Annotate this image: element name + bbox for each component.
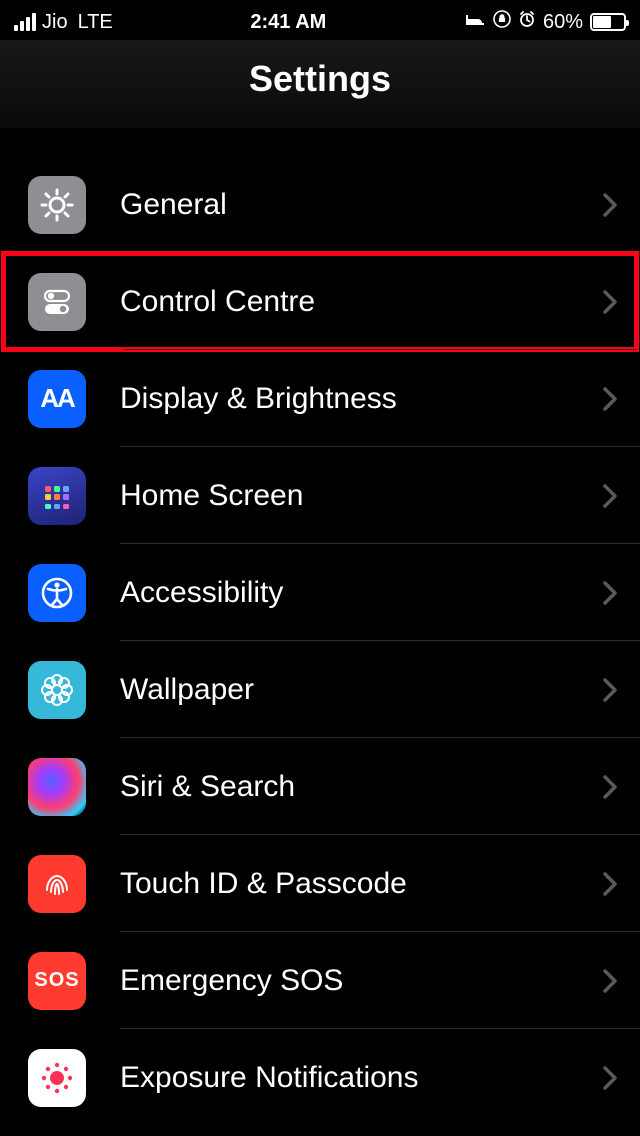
settings-list: General Control Centre AA Display & Brig… xyxy=(0,128,640,1126)
row-label: Siri & Search xyxy=(120,770,602,804)
settings-row-home-screen[interactable]: Home Screen xyxy=(0,447,640,544)
row-label: Wallpaper xyxy=(120,673,602,707)
settings-row-general[interactable]: General xyxy=(0,156,640,253)
battery-pct: 60% xyxy=(543,11,583,34)
chevron-right-icon xyxy=(602,192,618,218)
settings-row-emergency-sos[interactable]: SOS Emergency SOS xyxy=(0,932,640,1029)
fingerprint-icon xyxy=(28,855,86,913)
row-label: Control Centre xyxy=(120,285,602,319)
siri-icon xyxy=(28,758,86,816)
chevron-right-icon xyxy=(602,968,618,994)
chevron-right-icon xyxy=(602,483,618,509)
bed-icon xyxy=(464,11,486,34)
row-label: Accessibility xyxy=(120,576,602,610)
signal-icon xyxy=(14,13,36,31)
settings-row-siri[interactable]: Siri & Search xyxy=(0,738,640,835)
chevron-right-icon xyxy=(602,677,618,703)
settings-row-control-centre[interactable]: Control Centre xyxy=(3,253,637,350)
row-label: Emergency SOS xyxy=(120,964,602,998)
sos-icon: SOS xyxy=(28,952,86,1010)
network-label: LTE xyxy=(78,11,113,34)
battery-icon xyxy=(590,13,626,31)
status-left: Jio LTE xyxy=(14,11,113,34)
settings-row-wallpaper[interactable]: Wallpaper xyxy=(0,641,640,738)
chevron-right-icon xyxy=(602,871,618,897)
home-grid-icon xyxy=(28,467,86,525)
chevron-right-icon xyxy=(602,289,618,315)
orientation-lock-icon xyxy=(493,10,511,34)
settings-row-display[interactable]: AA Display & Brightness xyxy=(0,350,640,447)
row-label: Touch ID & Passcode xyxy=(120,867,602,901)
accessibility-icon xyxy=(28,564,86,622)
status-bar: Jio LTE 2:41 AM 60% xyxy=(0,0,640,40)
chevron-right-icon xyxy=(602,386,618,412)
status-right: 60% xyxy=(464,10,626,34)
gear-icon xyxy=(28,176,86,234)
settings-row-exposure[interactable]: Exposure Notifications xyxy=(0,1029,640,1126)
page-title: Settings xyxy=(0,58,640,100)
row-label: Home Screen xyxy=(120,479,602,513)
chevron-right-icon xyxy=(602,1065,618,1091)
carrier-label: Jio xyxy=(42,11,68,34)
row-label: General xyxy=(120,188,602,222)
clock: 2:41 AM xyxy=(250,11,326,34)
header: Settings xyxy=(0,40,640,128)
chevron-right-icon xyxy=(602,774,618,800)
aa-text-icon: AA xyxy=(28,370,86,428)
toggles-icon xyxy=(28,273,86,331)
settings-row-accessibility[interactable]: Accessibility xyxy=(0,544,640,641)
row-label: Display & Brightness xyxy=(120,382,602,416)
row-label: Exposure Notifications xyxy=(120,1061,602,1095)
settings-row-touch-id[interactable]: Touch ID & Passcode xyxy=(0,835,640,932)
flower-icon xyxy=(28,661,86,719)
exposure-icon xyxy=(28,1049,86,1107)
chevron-right-icon xyxy=(602,580,618,606)
alarm-icon xyxy=(518,10,536,34)
